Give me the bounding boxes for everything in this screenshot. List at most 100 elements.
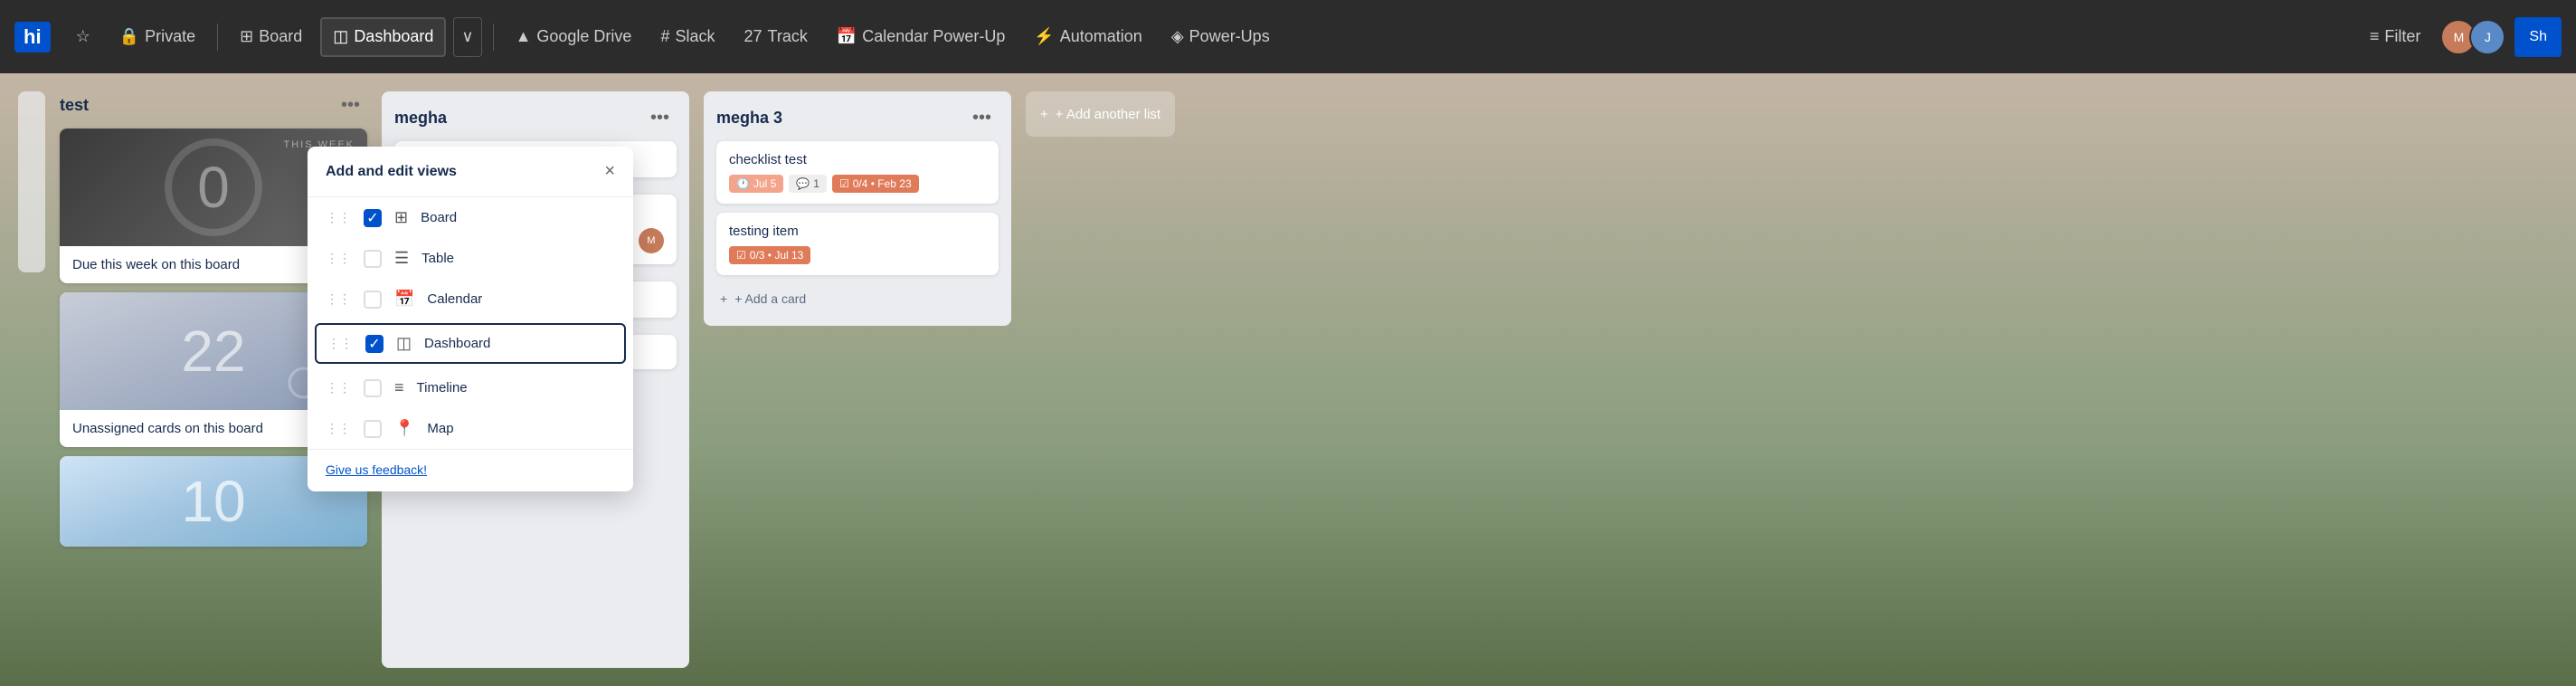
add-edit-views-dropdown: Add and edit views × ⋮⋮ ✓ ⊞ Board ⋮⋮ ☰ T… — [308, 147, 633, 491]
megha-card-2-avatar: M — [639, 228, 664, 253]
star-icon: ☆ — [76, 27, 90, 46]
track-button[interactable]: 27 Track — [733, 17, 818, 57]
board-view-icon: ⊞ — [394, 208, 408, 227]
list-megha3: megha 3 ••• checklist test 🕐 Jul 5 💬 1 ☑… — [704, 91, 1011, 326]
checklist-icon-4: ☑ — [839, 177, 849, 190]
share-button[interactable]: Sh — [2514, 17, 2562, 57]
timeline-checkbox[interactable] — [364, 379, 382, 397]
topbar: hi ☆ 🔒 Private ⊞ Board ◫ Dashboard ∨ ▲ G… — [0, 0, 2576, 73]
clock-icon-3: 🕐 — [736, 177, 750, 190]
megha3-card-2[interactable]: testing item ☑ 0/3 • Jul 13 — [716, 213, 999, 275]
board-view-label: Board — [421, 210, 457, 225]
megha3-card-2-title: testing item — [729, 224, 986, 239]
list-test-header: test ••• — [60, 91, 367, 119]
dropdown-close-button[interactable]: × — [604, 161, 615, 182]
private-label: Private — [145, 27, 195, 46]
decorative-circle — [159, 133, 268, 242]
list-megha3-header: megha 3 ••• — [716, 104, 999, 132]
list-test-menu-button[interactable]: ••• — [334, 91, 367, 119]
board-button[interactable]: ⊞ Board — [229, 17, 313, 57]
dropdown-item-table[interactable]: ⋮⋮ ☰ Table — [308, 238, 633, 279]
table-view-icon: ☰ — [394, 249, 409, 268]
private-button[interactable]: 🔒 Private — [109, 17, 206, 57]
megha3-card-1-tag1: 🕐 Jul 5 — [729, 175, 783, 193]
dashboard-view-icon: ◫ — [396, 334, 412, 353]
table-checkbox[interactable] — [364, 250, 382, 268]
timeline-view-icon: ≡ — [394, 378, 404, 397]
powerups-button[interactable]: ◈ Power-Ups — [1160, 17, 1281, 57]
powerups-label: Power-Ups — [1189, 27, 1270, 46]
add-card-button[interactable]: + + Add a card — [716, 284, 999, 313]
megha3-card-1-tags: 🕐 Jul 5 💬 1 ☑ 0/4 • Feb 23 — [729, 175, 986, 193]
drag-handle-table: ⋮⋮ — [326, 251, 351, 266]
automation-button[interactable]: ⚡ Automation — [1023, 17, 1152, 57]
add-list-label: + Add another list — [1056, 107, 1160, 122]
add-list-plus-icon: + — [1040, 107, 1048, 122]
megha3-card-1-tag3: ☑ 0/4 • Feb 23 — [832, 175, 919, 193]
dashboard-label: Dashboard — [354, 27, 433, 46]
star-button[interactable]: ☆ — [65, 17, 101, 57]
map-checkbox[interactable] — [364, 420, 382, 438]
checklist-icon-5: ☑ — [736, 249, 746, 262]
googledrive-label: Google Drive — [536, 27, 631, 46]
megha3-card-1-title: checklist test — [729, 152, 986, 167]
filter-icon: ≡ — [2370, 27, 2380, 46]
googledrive-button[interactable]: ▲ Google Drive — [505, 17, 643, 57]
dashboard-checkbox[interactable]: ✓ — [365, 335, 384, 353]
partial-list — [18, 91, 45, 272]
filter-button[interactable]: ≡ Filter — [2359, 22, 2432, 52]
avatar-group: M J — [2440, 19, 2505, 55]
megha3-card-2-tag1-text: 0/3 • Jul 13 — [750, 249, 804, 262]
board-checkbox[interactable]: ✓ — [364, 209, 382, 227]
dropdown-item-timeline[interactable]: ⋮⋮ ≡ Timeline — [308, 367, 633, 408]
dropdown-header: Add and edit views × — [308, 147, 633, 197]
divider2 — [493, 24, 494, 51]
list-test-title: test — [60, 96, 89, 115]
dropdown-item-board[interactable]: ⋮⋮ ✓ ⊞ Board — [308, 197, 633, 238]
automation-icon: ⚡ — [1034, 27, 1054, 46]
add-list-button[interactable]: + + Add another list — [1026, 91, 1175, 137]
list-megha-title: megha — [394, 109, 447, 128]
feedback-link[interactable]: Give us feedback! — [326, 462, 427, 477]
add-card-label: + Add a card — [734, 291, 806, 306]
drag-handle-map: ⋮⋮ — [326, 421, 351, 436]
slack-label: Slack — [675, 27, 715, 46]
megha3-card-2-tags: ☑ 0/3 • Jul 13 — [729, 246, 986, 264]
drag-handle-board: ⋮⋮ — [326, 210, 351, 225]
calendar-view-label: Calendar — [427, 291, 482, 307]
view-dropdown-button[interactable]: ∨ — [453, 17, 481, 57]
drag-handle-timeline: ⋮⋮ — [326, 380, 351, 395]
drag-handle-dashboard: ⋮⋮ — [327, 336, 353, 351]
topbar-right: ≡ Filter M J Sh — [2359, 17, 2562, 57]
list-megha3-menu-button[interactable]: ••• — [965, 104, 999, 132]
slack-icon: # — [660, 27, 669, 46]
avatar-2[interactable]: J — [2469, 19, 2505, 55]
megha3-card-2-tag1: ☑ 0/3 • Jul 13 — [729, 246, 810, 264]
dropdown-item-dashboard[interactable]: ⋮⋮ ✓ ◫ Dashboard — [315, 323, 626, 364]
dropdown-item-calendar[interactable]: ⋮⋮ 📅 Calendar — [308, 279, 633, 319]
list-megha-menu-button[interactable]: ••• — [643, 104, 677, 132]
drag-handle-calendar: ⋮⋮ — [326, 291, 351, 307]
track-icon: 27 — [743, 27, 762, 46]
plus-icon: + — [720, 291, 727, 306]
dropdown-item-map[interactable]: ⋮⋮ 📍 Map — [308, 408, 633, 449]
megha3-card-1[interactable]: checklist test 🕐 Jul 5 💬 1 ☑ 0/4 • Feb 2… — [716, 141, 999, 204]
lock-icon: 🔒 — [119, 27, 139, 46]
automation-label: Automation — [1060, 27, 1142, 46]
calendar-view-icon: 📅 — [394, 290, 414, 309]
dashboard-button[interactable]: ◫ Dashboard — [320, 17, 446, 57]
megha3-card-1-tag2-text: 1 — [813, 177, 819, 190]
dashboard-nav-icon: ◫ — [333, 27, 348, 46]
board-icon: ⊞ — [240, 27, 253, 46]
filter-label: Filter — [2384, 27, 2420, 46]
track-label: Track — [768, 27, 808, 46]
slack-button[interactable]: # Slack — [649, 17, 725, 57]
list-megha-header: megha ••• — [394, 104, 677, 132]
test-card-2-num: 22 — [181, 318, 245, 385]
divider — [217, 24, 218, 51]
calendar-powerup-button[interactable]: 📅 Calendar Power-Up — [826, 17, 1017, 57]
megha3-card-1-tag2: 💬 1 — [789, 175, 827, 193]
calendar-checkbox[interactable] — [364, 291, 382, 309]
calendar-powerup-label: Calendar Power-Up — [862, 27, 1005, 46]
logo: hi — [14, 22, 51, 52]
